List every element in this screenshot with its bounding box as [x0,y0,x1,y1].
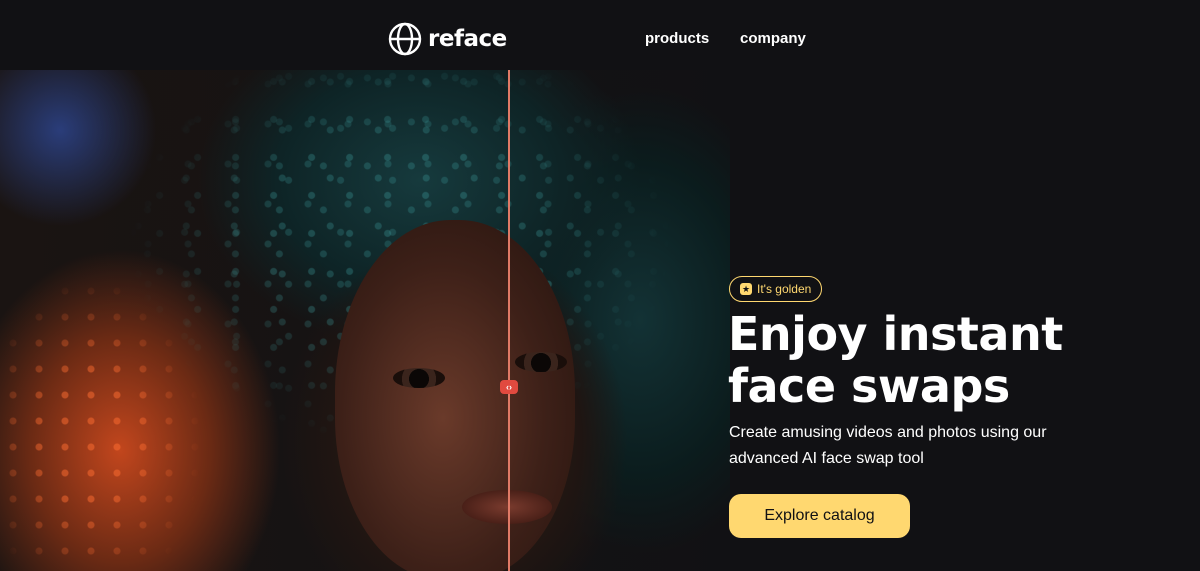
logo-text: reface [428,26,507,52]
site-header: reface products company [0,0,1200,70]
headline-line-2: face swaps [728,359,1010,413]
nav-company[interactable]: company [740,30,806,47]
portrait-eye-right [515,352,567,372]
subtext-line-1: Create amusing videos and photos using o… [729,424,1047,441]
logo-link[interactable]: reface [388,22,507,56]
hero-headline: Enjoy instant face swaps [728,308,1168,412]
hero-subtext: Create amusing videos and photos using o… [729,420,1089,472]
comparison-divider[interactable] [508,70,510,571]
portrait-lips [462,490,552,524]
portrait-eye-left [393,368,445,388]
arrows-left-right-icon: ‹› [506,382,512,392]
hero-comparison-image[interactable]: ‹› [0,70,730,571]
nav-products[interactable]: products [645,30,709,47]
star-icon: ★ [740,283,752,295]
explore-catalog-button[interactable]: Explore catalog [729,494,910,538]
comparison-handle[interactable]: ‹› [500,380,518,394]
headline-line-1: Enjoy instant [728,307,1063,361]
golden-badge: ★ It's golden [729,276,823,302]
badge-label: It's golden [757,282,812,296]
subtext-line-2: advanced AI face swap tool [729,450,924,467]
reface-globe-icon [388,22,422,56]
